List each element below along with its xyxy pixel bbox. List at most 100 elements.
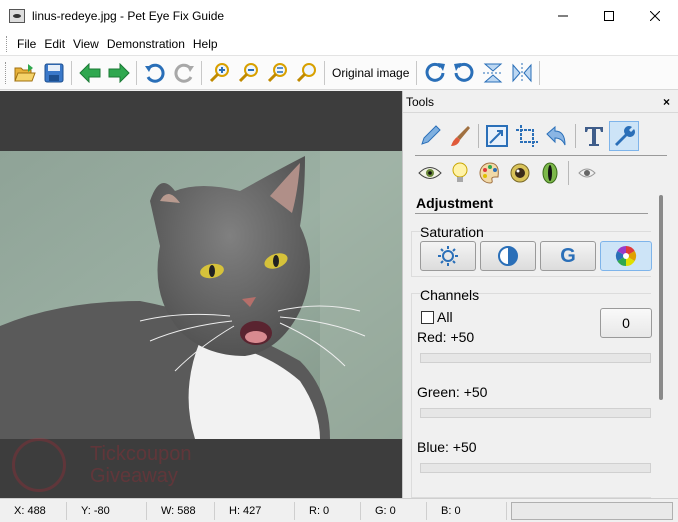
cat-eye-tool[interactable] — [535, 158, 565, 188]
menu-file[interactable]: File — [13, 34, 40, 54]
zoom-actual-icon — [296, 62, 316, 82]
minimize-button[interactable] — [540, 0, 586, 32]
flip-horizontal-icon — [512, 62, 532, 83]
tools-title: Tools — [406, 94, 435, 109]
zoom-in-icon — [209, 62, 229, 82]
undo-arrow-tool[interactable] — [542, 121, 572, 151]
gamma-icon: G — [560, 244, 576, 267]
rotate-cw-icon — [425, 62, 445, 82]
open-button[interactable] — [10, 59, 39, 87]
tool-row-1 — [415, 121, 639, 151]
minimize-icon — [558, 15, 568, 17]
text-icon — [585, 127, 603, 146]
maximize-icon — [604, 11, 614, 21]
all-checkbox-row[interactable]: All — [421, 309, 453, 325]
tool-row-divider — [415, 155, 667, 156]
all-checkbox-label: All — [437, 309, 453, 325]
status-b: B: 0 — [427, 501, 507, 520]
zoom-actual-button[interactable] — [292, 59, 321, 87]
status-y: Y: -80 — [67, 501, 147, 520]
tool-row-2 — [415, 158, 602, 188]
maximize-button[interactable] — [586, 0, 632, 32]
undo-icon — [144, 63, 165, 83]
forward-button[interactable] — [104, 59, 133, 87]
forward-arrow-icon — [108, 62, 130, 83]
cat-eye-icon — [542, 162, 558, 184]
image-canvas[interactable] — [0, 91, 402, 498]
zoom-out-button[interactable] — [234, 59, 263, 87]
eye-icon — [418, 167, 442, 179]
rotate-cw-button[interactable] — [420, 59, 449, 87]
status-x: X: 488 — [0, 501, 67, 520]
all-checkbox[interactable] — [421, 310, 434, 324]
close-button[interactable] — [632, 0, 678, 32]
toolbar-separator — [136, 60, 137, 85]
wrench-tool[interactable] — [609, 121, 639, 151]
brush-icon — [451, 126, 470, 146]
crop-icon — [516, 125, 538, 147]
redo-button[interactable] — [169, 59, 198, 87]
cat-photo-image — [0, 151, 402, 439]
tools-scrollbar[interactable] — [659, 195, 663, 400]
cat-photo — [0, 151, 402, 439]
status-r: R: 0 — [295, 501, 361, 520]
menu-edit[interactable]: Edit — [40, 34, 69, 54]
resize-tool[interactable] — [482, 121, 512, 151]
menu-demonstration[interactable]: Demonstration — [103, 34, 189, 54]
status-progress-bar — [511, 502, 673, 520]
back-button[interactable] — [75, 59, 104, 87]
toolbar-separator — [416, 60, 418, 85]
contrast-icon — [498, 246, 518, 266]
toolbar-separator — [71, 60, 72, 85]
back-arrow-icon — [78, 62, 100, 83]
lightbulb-tool[interactable] — [445, 158, 475, 188]
status-h: H: 427 — [215, 501, 295, 520]
save-button[interactable] — [39, 59, 68, 87]
menu-view[interactable]: View — [69, 34, 103, 54]
status-w: W: 588 — [147, 501, 215, 520]
menu-help[interactable]: Help — [189, 34, 222, 54]
red-channel-label: Red: +50 — [417, 329, 475, 345]
tools-close-button[interactable]: × — [663, 95, 670, 109]
brightness-icon — [438, 246, 458, 266]
eye-small-tool[interactable] — [572, 158, 602, 188]
channel-value-box[interactable]: 0 — [600, 308, 652, 338]
tool-separator — [575, 124, 576, 148]
zoom-fit-icon — [267, 62, 287, 82]
zoom-in-button[interactable] — [205, 59, 234, 87]
redeye-tool[interactable] — [505, 158, 535, 188]
toolbar-grip — [5, 61, 7, 84]
window-title: linus-redeye.jpg - Pet Eye Fix Guide — [32, 9, 225, 23]
toolbar-separator — [539, 60, 541, 85]
undo-arrow-icon — [546, 125, 566, 146]
undo-button[interactable] — [140, 59, 169, 87]
rotate-ccw-button[interactable] — [449, 59, 478, 87]
palette-tool[interactable] — [475, 158, 505, 188]
original-image-button[interactable]: Original image — [328, 59, 413, 87]
adjustment-divider — [415, 213, 648, 214]
color-wheel-icon — [615, 245, 637, 267]
lightbulb-icon — [452, 162, 468, 182]
brush-tool[interactable] — [445, 121, 475, 151]
blue-channel-slider[interactable] — [420, 463, 651, 473]
text-tool[interactable] — [579, 121, 609, 151]
flip-horizontal-button[interactable] — [507, 59, 536, 87]
tools-panel: Tools × Adjustment Saturation G Channels… — [402, 91, 678, 498]
toolbar-separator — [201, 60, 202, 85]
zoom-fit-button[interactable] — [263, 59, 292, 87]
eye-tool[interactable] — [415, 158, 445, 188]
save-icon — [44, 63, 63, 82]
color-wheel-button[interactable] — [600, 241, 652, 271]
green-channel-slider[interactable] — [420, 408, 651, 418]
red-channel-slider[interactable] — [420, 353, 651, 363]
brightness-button[interactable] — [420, 241, 476, 271]
pencil-tool[interactable] — [415, 121, 445, 151]
gamma-button[interactable]: G — [540, 241, 596, 271]
crop-tool[interactable] — [512, 121, 542, 151]
pencil-icon — [421, 125, 441, 145]
menu-grip — [6, 35, 8, 52]
open-icon — [13, 63, 36, 81]
flip-vertical-button[interactable] — [478, 59, 507, 87]
contrast-button[interactable] — [480, 241, 536, 271]
adjustment-title: Adjustment — [416, 195, 493, 211]
